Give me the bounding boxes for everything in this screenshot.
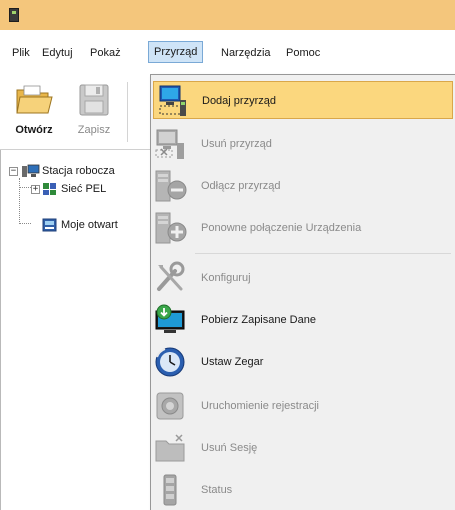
menu-separator	[195, 253, 451, 254]
menu-item-label: Status	[201, 484, 233, 496]
menu-item-set-clock[interactable]: Ustaw Zegar	[153, 343, 453, 381]
toolbar: Otwórz Zapisz	[0, 74, 150, 150]
folder-open-icon	[16, 85, 53, 114]
menu-item-label: Odłącz przyrząd	[201, 180, 281, 192]
save-button[interactable]: Zapisz	[66, 74, 122, 150]
menu-narzedzia[interactable]: Narzędzia	[221, 42, 271, 64]
menu-item-download-data[interactable]: Pobierz Zapisane Dane	[153, 301, 453, 339]
menu-item-label: Ustaw Zegar	[201, 356, 264, 368]
remove-instrument-icon	[155, 129, 184, 159]
menu-item-label: Konfiguruj	[201, 272, 251, 284]
menu-item-label: Ponowne połączenie Urządzenia	[201, 222, 362, 234]
menu-item-remove-instrument[interactable]: Usuń przyrząd	[153, 125, 453, 163]
clock-icon	[155, 347, 185, 377]
tree-label-pel-network: Sieć PEL	[61, 183, 107, 195]
disconnect-icon	[155, 170, 187, 202]
floppy-disk-icon	[79, 84, 109, 116]
menu-edytuj[interactable]: Edytuj	[42, 42, 73, 64]
menu-bar: Plik Edytuj Pokaż Przyrząd Narzędzia Pom…	[0, 30, 455, 74]
session-icon	[42, 218, 57, 232]
collapse-icon[interactable]: −	[9, 167, 18, 176]
menu-item-label: Usuń przyrząd	[201, 138, 272, 150]
menu-item-label: Dodaj przyrząd	[202, 95, 276, 107]
tree-label-workstation: Stacja robocza	[42, 165, 115, 177]
przyrzad-dropdown-menu: Dodaj przyrząd Usuń przyrząd Odłącz przy…	[150, 74, 455, 510]
download-data-icon	[155, 304, 185, 333]
tree-line	[19, 223, 31, 224]
menu-item-label: Uruchomienie rejestracji	[201, 400, 319, 412]
tree-line	[19, 187, 31, 188]
save-label: Zapisz	[77, 124, 111, 136]
workstation-icon	[22, 164, 40, 177]
reconnect-icon	[155, 212, 187, 244]
toolbar-separator	[127, 82, 128, 142]
menu-item-add-instrument[interactable]: Dodaj przyrząd	[153, 81, 453, 119]
menu-pomoc[interactable]: Pomoc	[286, 42, 320, 64]
menu-plik[interactable]: Plik	[12, 42, 30, 64]
tools-icon	[157, 261, 185, 291]
menu-item-start-recording[interactable]: Uruchomienie rejestracji	[153, 387, 453, 425]
open-button[interactable]: Otwórz	[6, 74, 62, 150]
menu-przyrzad[interactable]: Przyrząd	[148, 41, 204, 63]
open-label: Otwórz	[15, 124, 53, 136]
tree-line	[19, 178, 20, 224]
add-instrument-icon	[159, 85, 186, 116]
menu-item-label: Usuń Sesję	[201, 442, 258, 454]
delete-session-icon	[155, 434, 185, 462]
menu-item-reconnect-device[interactable]: Ponowne połączenie Urządzenia	[153, 209, 453, 247]
title-bar	[0, 0, 455, 30]
record-icon	[156, 392, 184, 420]
status-icon	[163, 474, 177, 506]
menu-item-label: Pobierz Zapisane Dane	[201, 314, 316, 326]
tree-label-my-open: Moje otwart	[61, 219, 118, 231]
menu-item-delete-session[interactable]: Usuń Sesję	[153, 429, 453, 467]
menu-item-status[interactable]: Status	[153, 471, 453, 509]
menu-item-configure[interactable]: Konfiguruj	[153, 259, 453, 297]
tree-panel: − Stacja robocza + Sieć PEL Moje otwart	[0, 150, 150, 510]
network-icon	[43, 183, 56, 195]
menu-item-disconnect-instrument[interactable]: Odłącz przyrząd	[153, 167, 453, 205]
app-icon	[9, 8, 19, 22]
menu-pokaz[interactable]: Pokaż	[90, 42, 121, 64]
expand-icon[interactable]: +	[31, 185, 40, 194]
